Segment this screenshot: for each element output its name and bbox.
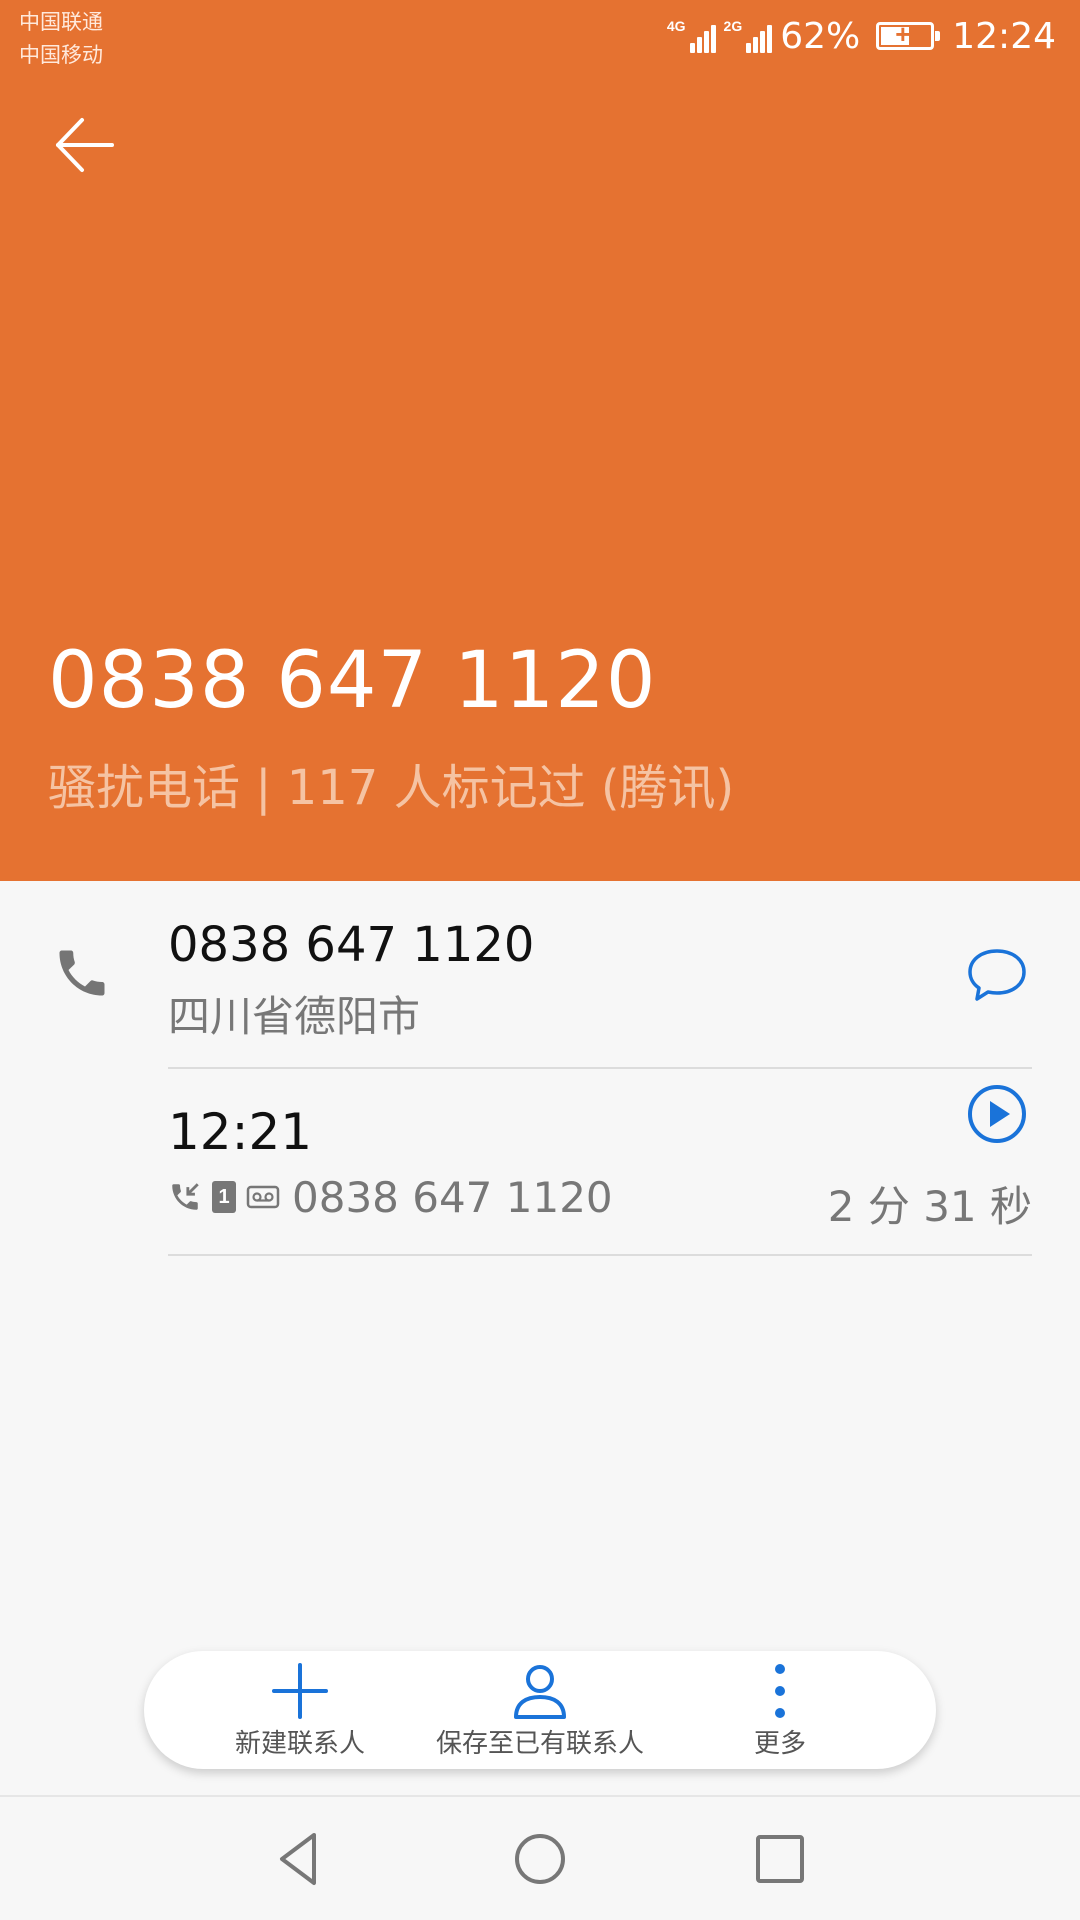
carrier-2: 中国移动 [19, 43, 103, 67]
signal-4g-icon: 4G [667, 19, 716, 53]
plus-icon [272, 1663, 328, 1719]
sim-slot-badge: 1 [212, 1181, 236, 1213]
caller-number: 0838 647 1120 [48, 636, 657, 726]
caller-header: 中国联通 中国移动 4G 2G 62% + 12:24 0838 647 112… [0, 0, 1080, 881]
status-indicators: 4G 2G 62% + 12:24 [667, 14, 1056, 58]
nav-back-icon[interactable] [268, 1827, 332, 1891]
divider [168, 1254, 1032, 1256]
person-icon [514, 1665, 566, 1719]
voicemail-icon [246, 1185, 280, 1209]
status-bar: 中国联通 中国移动 4G 2G 62% + 12:24 [0, 0, 1080, 72]
network-type-1: 4G [666, 18, 686, 34]
save-to-existing-label: 保存至已有联系人 [435, 1729, 644, 1759]
phone-icon [59, 950, 105, 996]
nav-recents-icon[interactable] [748, 1827, 812, 1891]
call-time: 12:21 [168, 1103, 313, 1161]
network-type-2: 2G [723, 18, 743, 34]
call-duration: 2 分 31 秒 [827, 1182, 1032, 1231]
battery-icon: + [876, 20, 941, 50]
more-label: 更多 [753, 1729, 806, 1759]
status-clock: 12:24 [952, 15, 1056, 57]
spam-tag: 骚扰电话 | 117 人标记过 (腾讯) [48, 760, 735, 816]
system-nav-bar [0, 1795, 1080, 1920]
battery-percent: 62% [780, 15, 861, 57]
contact-location: 四川省德阳市 [168, 992, 421, 1041]
back-arrow-icon[interactable] [50, 110, 120, 180]
nav-home-icon[interactable] [508, 1827, 572, 1891]
new-contact-label: 新建联系人 [234, 1729, 365, 1759]
more-button[interactable]: 更多 [660, 1651, 900, 1769]
save-to-existing-contact-button[interactable]: 保存至已有联系人 [420, 1651, 660, 1769]
message-bubble-icon[interactable] [966, 943, 1028, 1005]
signal-2g-icon: 2G [724, 19, 773, 53]
more-vertical-icon [775, 1664, 785, 1718]
carrier-1: 中国联通 [19, 10, 103, 34]
number-row[interactable]: 0838 647 1120 四川省德阳市 [0, 881, 1080, 1069]
call-log-row[interactable]: 12:21 1 0838 647 1120 2 分 31 秒 [0, 1069, 1080, 1255]
new-contact-button[interactable]: 新建联系人 [180, 1651, 420, 1769]
play-recording-icon[interactable] [966, 1083, 1028, 1145]
bottom-action-bar: 新建联系人 保存至已有联系人 更多 [144, 1651, 936, 1769]
call-log-details: 1 0838 647 1120 [168, 1171, 613, 1223]
carrier-names: 中国联通 中国移动 [19, 6, 103, 72]
incoming-call-icon [172, 1183, 199, 1210]
contact-number: 0838 647 1120 [168, 917, 535, 973]
call-log-number: 0838 647 1120 [292, 1172, 613, 1222]
